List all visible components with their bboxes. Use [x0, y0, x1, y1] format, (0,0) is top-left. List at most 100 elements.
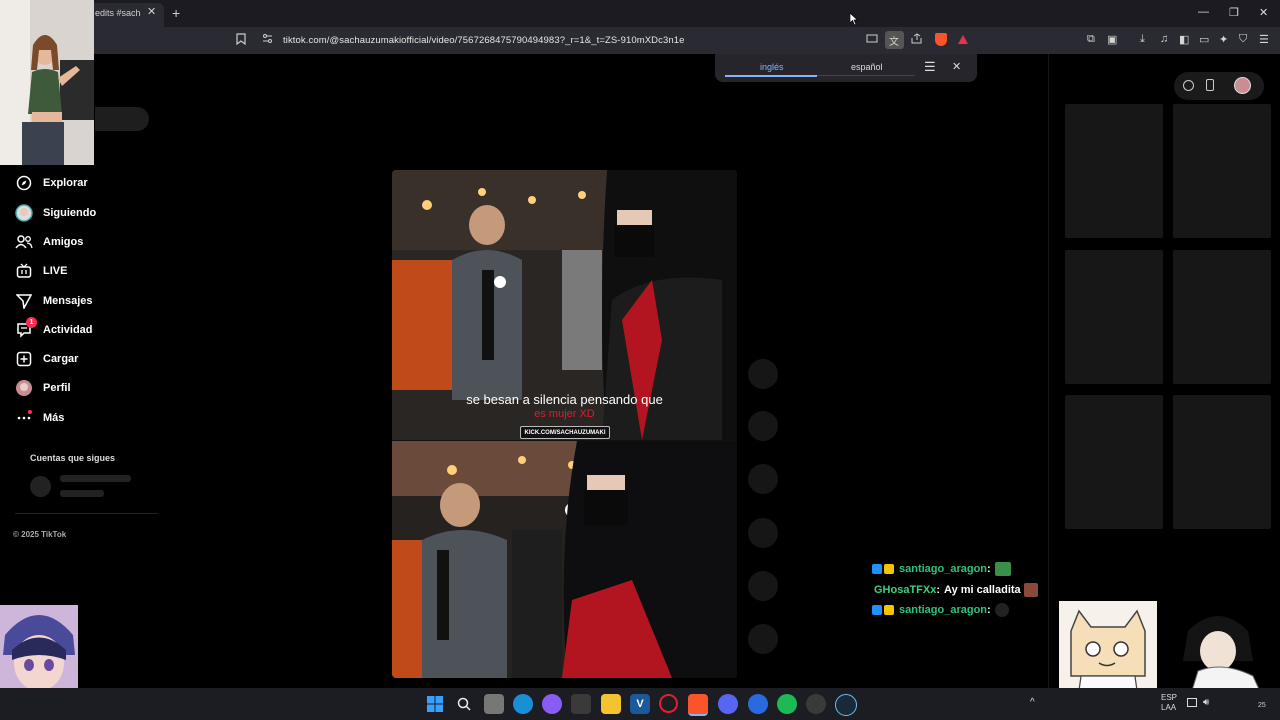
bookmark-icon[interactable] [236, 33, 246, 48]
sidebar-item-perfil[interactable]: Perfil [14, 378, 71, 398]
video-tile[interactable] [1173, 250, 1271, 384]
sidebar-item-actividad[interactable]: 1 Actividad [14, 317, 93, 340]
sidebar-item-siguiendo[interactable]: Siguiendo [14, 203, 96, 223]
tab-close-icon[interactable]: ✕ [147, 5, 156, 18]
vegas-icon[interactable]: V [630, 694, 650, 714]
display-icon[interactable] [1187, 698, 1197, 707]
emote-icon [994, 562, 1011, 576]
chat-separator: : [936, 584, 941, 596]
obs-icon[interactable] [806, 694, 826, 714]
restore-button[interactable]: ❐ [1229, 6, 1239, 19]
video-tile[interactable] [1173, 395, 1271, 529]
media-icon[interactable]: ♫ [1160, 33, 1168, 45]
copilot-icon[interactable] [542, 694, 562, 714]
search-icon[interactable] [454, 694, 474, 714]
app-icon[interactable] [748, 694, 768, 714]
wallet-icon[interactable]: ▭ [1199, 33, 1209, 46]
live-tv-icon [14, 261, 34, 281]
like-button[interactable] [748, 359, 778, 389]
emote-icon [1023, 583, 1038, 597]
brave-shields-icon[interactable] [935, 33, 947, 46]
brave-rewards-icon[interactable] [958, 35, 968, 44]
chat-message: GHosaTFXx : Ay mi calladita [874, 583, 1038, 597]
search-pill[interactable] [95, 107, 149, 131]
new-tab-button[interactable]: + [172, 5, 180, 21]
language-code: ESP [1161, 693, 1178, 702]
spotify-icon[interactable] [777, 694, 797, 714]
url-input[interactable]: tiktok.com/@sachauzumakiofficial/video/7… [283, 35, 685, 46]
extensions-icon[interactable]: ⧉ [1087, 33, 1095, 46]
minimize-button[interactable]: — [1198, 6, 1209, 18]
kick-tag-text: KICK.COM/SACHAUZUMAKI [524, 429, 606, 436]
music-button[interactable] [748, 571, 778, 601]
sidebar-item-label: Amigos [43, 236, 84, 248]
volume-icon[interactable]: 🔊︎ [1203, 697, 1209, 708]
sidebar-item-mensajes[interactable]: Mensajes [14, 291, 93, 311]
share-icon[interactable] [911, 33, 923, 47]
sidebar-item-cargar[interactable]: Cargar [14, 349, 78, 369]
tab-search-icon[interactable]: ▣ [1107, 33, 1117, 46]
sidebar-item-amigos[interactable]: Amigos [14, 232, 83, 252]
brave-icon[interactable] [688, 694, 708, 716]
avatar[interactable] [1234, 77, 1251, 94]
leo-ai-icon[interactable]: ✦ [1219, 33, 1228, 46]
sidebar-item-label: Mensajes [43, 295, 93, 307]
video-tile[interactable] [1065, 395, 1163, 529]
tab-target-language[interactable]: español [851, 62, 883, 72]
cast-icon[interactable] [866, 33, 878, 47]
share-button[interactable] [748, 518, 778, 548]
account-name-placeholder [60, 475, 131, 482]
translate-close-icon[interactable]: ✕ [952, 60, 961, 73]
windows-start-icon[interactable] [425, 694, 445, 714]
active-language-indicator [725, 75, 817, 77]
compass-icon[interactable] [1183, 80, 1194, 91]
video-player[interactable] [392, 170, 737, 678]
chat-text: Ay mi calladita [944, 584, 1021, 596]
video-tile[interactable] [1065, 104, 1163, 238]
edge-icon[interactable] [513, 694, 533, 714]
discord-icon[interactable] [718, 694, 738, 714]
download-icon[interactable]: ⤓ [1140, 33, 1145, 46]
chat-separator: : [987, 604, 991, 616]
tab-source-language[interactable]: inglés [760, 62, 784, 72]
more-actions-button[interactable] [748, 624, 778, 654]
video-tile[interactable] [1065, 250, 1163, 384]
activity-icon: 1 [14, 317, 37, 340]
file-explorer-icon[interactable] [601, 694, 621, 714]
sidebar-item-label: Actividad [43, 324, 93, 336]
more-icon [14, 408, 34, 428]
comment-button[interactable] [748, 411, 778, 441]
opera-icon[interactable] [659, 694, 678, 713]
crown-icon [884, 605, 894, 615]
translate-menu-icon[interactable]: ☰ [924, 59, 936, 75]
vpn-icon[interactable]: ⛉ [1239, 33, 1247, 46]
copyright-text: © 2025 TikTok [13, 530, 67, 539]
badge-icon [872, 605, 882, 615]
sidebar-item-live[interactable]: LIVE [14, 261, 67, 281]
device-icon[interactable] [1206, 79, 1214, 91]
store-icon[interactable] [571, 694, 591, 714]
close-window-button[interactable]: ✕ [1259, 6, 1268, 19]
sidebar-icon[interactable]: ◧ [1179, 33, 1189, 46]
menu-icon[interactable]: ☰ [1259, 33, 1269, 46]
favorite-button[interactable] [748, 464, 778, 494]
language-indicator[interactable]: ESP LAA [1161, 693, 1177, 713]
task-view-icon[interactable] [484, 694, 504, 714]
site-info-icon[interactable] [262, 33, 273, 47]
account-handle-placeholder [60, 490, 104, 497]
account-avatar-placeholder [30, 476, 51, 497]
emote-icon [994, 603, 1009, 617]
chat-username: santiago_aragon [899, 563, 988, 575]
sidebar-item-explorar[interactable]: Explorar [14, 173, 88, 193]
language-divider [817, 75, 915, 76]
tray-expand-icon[interactable]: ^ [1030, 697, 1035, 708]
kick-watermark: KICK.COM/SACHAUZUMAKI [520, 426, 610, 439]
mouse-cursor-icon [849, 12, 859, 31]
chat-message: santiago_aragon : [872, 562, 1011, 576]
chat-username: santiago_aragon [899, 604, 988, 616]
video-tile[interactable] [1173, 104, 1271, 238]
chat-separator: : [987, 563, 991, 575]
steam-icon[interactable] [835, 694, 857, 716]
sidebar-item-mas[interactable]: Más [14, 408, 64, 428]
sidebar-item-label: Perfil [43, 382, 71, 394]
